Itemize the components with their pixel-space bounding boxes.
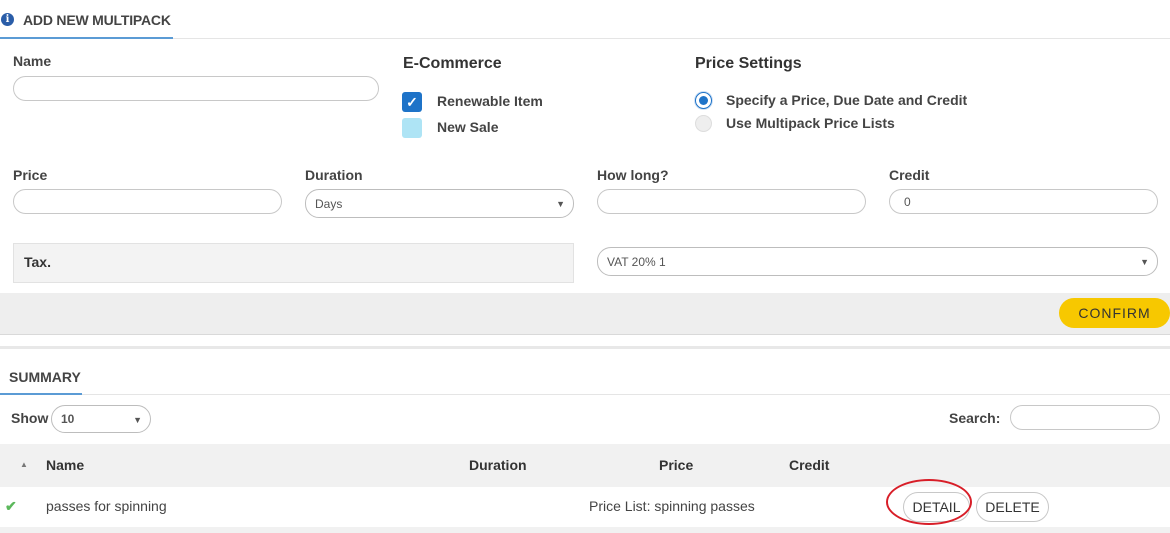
how-long-label: How long? [597, 167, 669, 183]
name-label: Name [13, 53, 52, 69]
credit-input[interactable]: 0 [889, 189, 1158, 214]
price-settings-title: Price Settings [695, 55, 802, 72]
header-tab: i ADD NEW MULTIPACK [0, 0, 173, 39]
detail-button[interactable]: DETAIL [903, 492, 970, 522]
price-lists-label: Use Multipack Price Lists [726, 115, 895, 131]
duration-value: Days [315, 196, 343, 211]
how-long-input[interactable] [597, 189, 866, 214]
name-input[interactable] [13, 76, 379, 101]
table-row: ✔ passes for spinning Price List: spinni… [0, 487, 1170, 527]
specify-price-label: Specify a Price, Due Date and Credit [726, 92, 968, 108]
check-icon: ✔ [5, 498, 17, 514]
duration-select[interactable]: Days ▼ [305, 189, 574, 218]
row-price: Price List: spinning passes [589, 498, 755, 514]
price-lists-radio[interactable] [695, 115, 712, 132]
duration-label: Duration [305, 167, 363, 183]
chevron-down-icon: ▼ [1140, 257, 1149, 267]
renewable-item-checkbox[interactable]: ✓ [402, 92, 422, 112]
new-sale-checkbox[interactable] [402, 118, 422, 138]
tax-label: Tax. [24, 254, 51, 270]
row-name: passes for spinning [46, 498, 167, 514]
sort-icon[interactable]: ▲ [20, 460, 28, 469]
col-price[interactable]: Price [659, 457, 693, 473]
search-label: Search: [949, 410, 1001, 426]
search-input[interactable] [1010, 405, 1160, 430]
delete-button[interactable]: DELETE [976, 492, 1049, 522]
renewable-item-label: Renewable Item [437, 93, 543, 109]
page-size-select[interactable]: 10 ▼ [51, 405, 151, 433]
table-header: ▲ Name Duration Price Credit [0, 444, 1170, 487]
tax-select[interactable]: VAT 20% 1 ▼ [597, 247, 1158, 276]
new-sale-label: New Sale [437, 119, 499, 135]
summary-tab: SUMMARY [0, 352, 82, 395]
info-icon: i [1, 13, 14, 26]
chevron-down-icon: ▼ [556, 199, 565, 209]
specify-price-radio[interactable] [695, 92, 712, 109]
summary-title: SUMMARY [9, 369, 81, 385]
chevron-down-icon: ▼ [133, 415, 142, 425]
tax-value: VAT 20% 1 [607, 254, 666, 269]
show-label: Show [11, 410, 49, 426]
col-credit[interactable]: Credit [789, 457, 829, 473]
col-name[interactable]: Name [46, 457, 84, 473]
page-header: i ADD NEW MULTIPACK [0, 0, 1170, 39]
summary-header: SUMMARY [0, 352, 1170, 395]
credit-label: Credit [889, 167, 930, 183]
tax-box: Tax. [13, 243, 574, 283]
page-title: ADD NEW MULTIPACK [23, 12, 171, 28]
table-row-next [0, 527, 1170, 533]
ecommerce-title: E-Commerce [403, 55, 502, 72]
price-input[interactable] [13, 189, 282, 214]
confirm-bar [0, 293, 1170, 335]
col-duration[interactable]: Duration [469, 457, 527, 473]
page-size-value: 10 [61, 412, 75, 426]
price-label: Price [13, 167, 48, 183]
divider [0, 346, 1170, 349]
confirm-button[interactable]: CONFIRM [1059, 298, 1170, 328]
